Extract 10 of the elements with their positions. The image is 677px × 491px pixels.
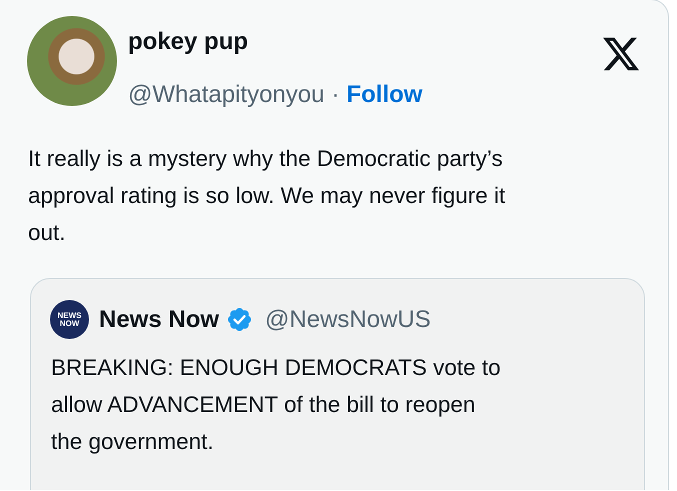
author-name[interactable]: pokey pup xyxy=(128,27,573,57)
quoted-post-text: BREAKING: ENOUGH DEMOCRATS vote to allow ADVANCEMENT of the bill to reopen the government. xyxy=(51,354,502,456)
quoted-post-card[interactable]: NEWS NOW News Now @NewsNowUS BREAKING: ENOUGH DEMOCRATS vote to allow ADVANCEMENT of the bill to reopen the government. xyxy=(30,278,645,490)
quoted-author-handle: @NewsNowUS xyxy=(265,306,431,334)
follow-link[interactable]: Follow xyxy=(346,80,422,110)
post-text: It really is a mystery why the Democratic party’s approval rating is so low. We may never figure it out. xyxy=(28,145,506,247)
separator-dot: · xyxy=(331,80,340,110)
author-handle[interactable]: @Whatapityonyou xyxy=(128,80,324,110)
quoted-author-name: News Now xyxy=(99,306,220,334)
news-logo-avatar: NEWS NOW xyxy=(50,300,89,339)
